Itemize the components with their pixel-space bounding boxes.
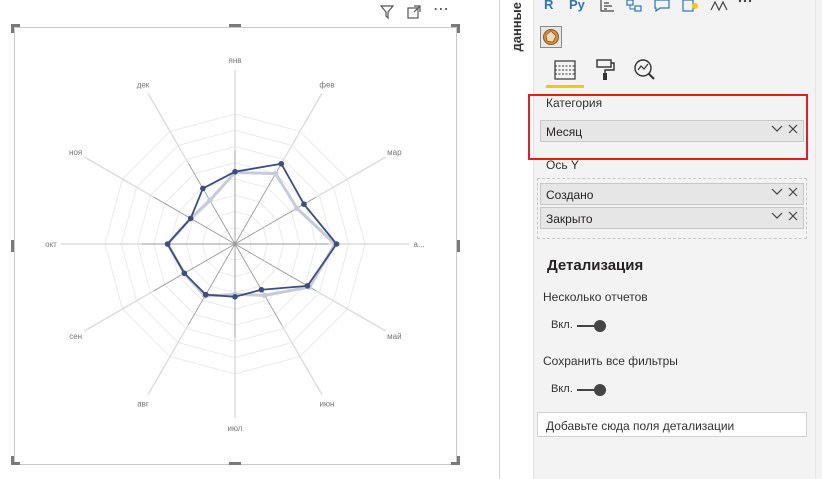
- analytics-magnifier-icon: [634, 59, 655, 80]
- radar-category-label: янв: [229, 56, 242, 65]
- format-tab[interactable]: [593, 58, 619, 82]
- radar-category-label: май: [387, 332, 401, 341]
- data-pane-title[interactable]: данные: [509, 2, 524, 52]
- radar-data-point: [232, 168, 238, 175]
- radar-data-point: [187, 215, 194, 222]
- radar-data-point: [272, 170, 279, 177]
- radar-data-point: [232, 294, 238, 300]
- radar-data-point: [278, 160, 285, 167]
- cross-report-toggle[interactable]: Вкл.: [551, 319, 611, 333]
- keep-filters-label: Сохранить все фильтры: [543, 354, 678, 368]
- category-well-label: Категория: [546, 96, 603, 110]
- radar-category-label: а...: [413, 240, 424, 249]
- remove-field-icon[interactable]: [788, 186, 798, 200]
- more-visuals-icon[interactable]: [738, 0, 752, 8]
- pane-scrollbar[interactable]: [815, 0, 822, 479]
- radar-category-label: ноя: [69, 148, 82, 157]
- chevron-down-icon[interactable]: [771, 122, 783, 137]
- radar-spoke: [234, 243, 317, 292]
- field-name: Закрыто: [546, 212, 593, 226]
- radar-category-label: сен: [69, 332, 82, 341]
- radar-data-point: [301, 201, 307, 207]
- toggle-state-label: Вкл.: [551, 319, 573, 331]
- chevron-down-icon[interactable]: [771, 185, 783, 200]
- radar-spoke: [234, 243, 283, 326]
- remove-field-icon[interactable]: [788, 123, 798, 137]
- y-axis-field-created[interactable]: Создано: [540, 183, 804, 205]
- drillthrough-fields-well[interactable]: Добавьте сюда поля детализации: [537, 412, 807, 437]
- radar-data-point: [294, 205, 300, 212]
- toggle-state-label: Вкл.: [551, 383, 573, 395]
- category-field-month[interactable]: Месяц: [540, 120, 804, 142]
- radar-data-point: [207, 197, 213, 204]
- y-axis-well-label: Ось Y: [546, 158, 579, 172]
- radar-data-point: [164, 241, 171, 247]
- y-axis-field-closed[interactable]: Закрыто: [540, 207, 804, 229]
- fields-tab[interactable]: [552, 58, 578, 82]
- r-visual-icon[interactable]: R: [544, 0, 553, 12]
- paint-roller-icon: [596, 59, 615, 80]
- chevron-down-icon[interactable]: [771, 209, 783, 224]
- radar-category-label: фев: [319, 81, 334, 90]
- radar-data-point: [261, 292, 268, 299]
- python-visual-icon[interactable]: Py: [569, 0, 585, 12]
- radar-data-point: [200, 185, 206, 192]
- drillthrough-heading: Детализация: [547, 257, 644, 274]
- custom-visual-icon[interactable]: [710, 0, 728, 12]
- radar-data-point: [304, 283, 311, 289]
- radar-data-point: [202, 291, 209, 298]
- selected-visual-tile[interactable]: [540, 26, 562, 48]
- radar-chart: янв фев мар а... май июн июл авг сен окт ноя дек: [45, 56, 424, 433]
- analytics-tab[interactable]: [632, 58, 658, 82]
- radar-category-label: окт: [45, 240, 57, 249]
- radar-category-label: мар: [387, 148, 402, 157]
- radar-spoke: [153, 196, 236, 245]
- radar-category-label: июн: [320, 399, 335, 408]
- app-window: ⋯ янв фев мар а... май июн июл авг сен окт ноя дек …: [0, 0, 822, 479]
- field-name: Создано: [546, 188, 594, 202]
- field-name: Месяц: [546, 125, 583, 139]
- toggle-knob[interactable]: [594, 320, 606, 332]
- toggle-knob[interactable]: [594, 384, 606, 396]
- radar-data-point: [181, 270, 188, 277]
- radar-data-point: [258, 286, 265, 293]
- active-tab-indicator: [546, 85, 584, 88]
- key-influencers-icon[interactable]: [599, 0, 615, 12]
- drillthrough-placeholder: Добавьте сюда поля детализации: [546, 419, 735, 433]
- data-pane-collapsed-strip[interactable]: [500, 0, 533, 479]
- radar-category-label: авг: [137, 399, 149, 408]
- radar-visual-icon: [543, 29, 559, 45]
- radar-data-point: [333, 241, 340, 247]
- radar-category-label: июл: [228, 424, 243, 433]
- decomposition-tree-icon[interactable]: [626, 0, 642, 12]
- smart-narrative-icon[interactable]: [682, 0, 700, 12]
- qa-visual-icon[interactable]: [654, 0, 670, 13]
- cross-report-label: Несколько отчетов: [543, 290, 648, 304]
- keep-filters-toggle[interactable]: Вкл.: [551, 383, 611, 397]
- report-canvas: ⋯ янв фев мар а... май июн июл авг сен окт ноя дек: [0, 0, 499, 479]
- remove-field-icon[interactable]: [788, 210, 798, 224]
- fields-tab-icon: [554, 60, 576, 80]
- radar-category-label: дек: [137, 81, 150, 90]
